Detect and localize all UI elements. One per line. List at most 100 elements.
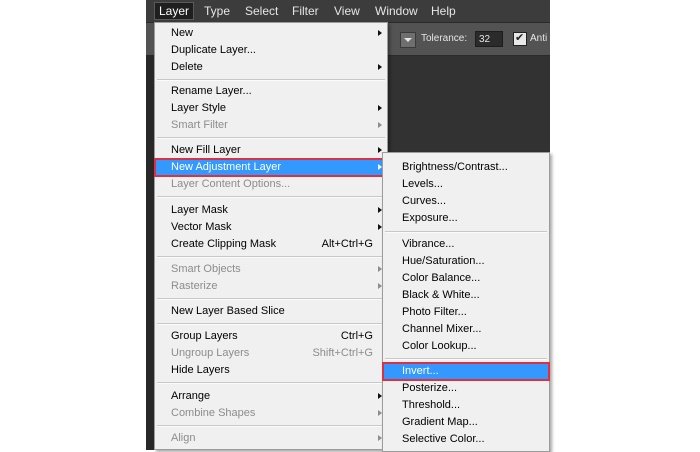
menu-item-exposure[interactable]: Exposure...: [383, 210, 549, 227]
tools-panel-edge: [146, 55, 154, 450]
menu-help[interactable]: Help: [427, 3, 460, 19]
menu-item-layer-style[interactable]: Layer Style: [155, 100, 387, 117]
antialias-label: Anti: [530, 33, 548, 44]
tolerance-input[interactable]: 32: [475, 31, 503, 47]
menu-item-new-adjustment-layer[interactable]: New Adjustment Layer: [154, 158, 388, 177]
menu-separator: [157, 425, 385, 427]
menu-layer[interactable]: Layer: [154, 2, 195, 20]
menu-item-smart-objects: Smart Objects: [155, 261, 387, 278]
menu-item-label: Layer Mask: [171, 204, 228, 216]
menu-item-selective-color[interactable]: Selective Color...: [383, 431, 549, 448]
menu-item-threshold[interactable]: Threshold...: [383, 397, 549, 414]
menu-item-layer-content-options: Layer Content Options...: [155, 176, 387, 193]
menu-item-label: Layer Content Options...: [171, 178, 291, 190]
menu-item-vector-mask[interactable]: Vector Mask: [155, 219, 387, 236]
menu-item-gradient-map[interactable]: Gradient Map...: [383, 414, 549, 431]
layer-menu: New Duplicate Layer... Delete Rename Lay…: [154, 22, 388, 450]
menu-item-label: New Adjustment Layer: [171, 161, 282, 173]
menu-item-hue-saturation[interactable]: Hue/Saturation...: [383, 253, 549, 270]
menu-item-label: Hide Layers: [171, 364, 230, 376]
menu-item-label: Arrange: [171, 390, 211, 402]
menu-item-label: Ungroup Layers: [171, 347, 250, 359]
shortcut-label: Shift+Ctrl+G: [312, 347, 373, 359]
menu-item-layer-mask[interactable]: Layer Mask: [155, 202, 387, 219]
menu-view[interactable]: View: [330, 3, 364, 19]
menu-item-arrange[interactable]: Arrange: [155, 388, 387, 405]
menu-item-combine-shapes: Combine Shapes: [155, 405, 387, 422]
menu-item-label: Posterize...: [402, 382, 458, 394]
menu-item-photo-filter[interactable]: Photo Filter...: [383, 304, 549, 321]
menu-item-label: Color Balance...: [402, 272, 481, 284]
menu-separator: [157, 137, 385, 139]
menu-separator: [385, 358, 547, 360]
menu-item-channel-mixer[interactable]: Channel Mixer...: [383, 321, 549, 338]
menu-item-label: New Layer Based Slice: [171, 305, 285, 317]
menu-item-label: Rename Layer...: [171, 85, 252, 97]
menu-type[interactable]: Type: [200, 3, 234, 19]
menu-item-label: Layer Style: [171, 102, 227, 114]
menu-item-label: Duplicate Layer...: [171, 44, 256, 56]
menu-separator: [157, 196, 385, 198]
menu-item-label: Black & White...: [402, 289, 480, 301]
antialias-checkbox[interactable]: ✔: [513, 32, 527, 46]
submenu-arrow-icon: [378, 122, 382, 128]
menu-item-posterize[interactable]: Posterize...: [383, 380, 549, 397]
menu-item-label: Vector Mask: [171, 221, 232, 233]
sample-dropdown[interactable]: [400, 32, 416, 48]
menu-item-new-layer-based-slice[interactable]: New Layer Based Slice: [155, 303, 387, 320]
adjustment-layer-submenu: Brightness/Contrast... Levels... Curves.…: [382, 152, 550, 452]
menu-bar: Layer Type Select Filter View Window Hel…: [146, 0, 550, 23]
menu-item-label: Gradient Map...: [402, 416, 478, 428]
menu-item-color-lookup[interactable]: Color Lookup...: [383, 338, 549, 355]
menu-item-rename-layer[interactable]: Rename Layer...: [155, 83, 387, 100]
chevron-down-icon: [404, 38, 412, 42]
menu-item-label: Combine Shapes: [171, 407, 256, 419]
menu-item-label: New: [171, 27, 194, 39]
menu-item-label: Selective Color...: [402, 433, 485, 445]
menu-item-group-layers[interactable]: Group Layers Ctrl+G: [155, 328, 387, 345]
menu-item-rasterize: Rasterize: [155, 278, 387, 295]
menu-item-label: Smart Objects: [171, 263, 241, 275]
menu-item-label: New Fill Layer: [171, 144, 241, 156]
submenu-arrow-icon: [378, 30, 382, 36]
menu-item-align: Align: [155, 430, 387, 447]
menu-item-curves[interactable]: Curves...: [383, 193, 549, 210]
menu-item-label: Create Clipping Mask: [171, 238, 277, 250]
menu-separator: [157, 382, 385, 384]
checkmark-icon: ✔: [515, 32, 525, 44]
menu-item-brightness-contrast[interactable]: Brightness/Contrast...: [383, 159, 549, 176]
menu-item-label: Levels...: [402, 178, 443, 190]
menu-item-label: Exposure...: [402, 212, 458, 224]
shortcut-label: Ctrl+G: [340, 330, 373, 342]
menu-item-smart-filter: Smart Filter: [155, 117, 387, 134]
menu-item-label: Curves...: [402, 195, 447, 207]
menu-select[interactable]: Select: [241, 3, 282, 19]
menu-item-duplicate-layer[interactable]: Duplicate Layer...: [155, 42, 387, 59]
menu-item-new-fill-layer[interactable]: New Fill Layer: [155, 142, 387, 159]
menu-item-label: Channel Mixer...: [402, 323, 482, 335]
menu-item-new[interactable]: New: [155, 25, 387, 42]
menu-item-color-balance[interactable]: Color Balance...: [383, 270, 549, 287]
menu-item-levels[interactable]: Levels...: [383, 176, 549, 193]
menu-item-label: Threshold...: [402, 399, 461, 411]
menu-separator: [157, 256, 385, 258]
menu-item-label: Vibrance...: [402, 238, 455, 250]
menu-item-ungroup-layers: Ungroup Layers Shift+Ctrl+G: [155, 345, 387, 362]
menu-separator: [157, 323, 385, 325]
tolerance-label: Tolerance:: [421, 33, 468, 44]
shortcut-label: Alt+Ctrl+G: [321, 238, 373, 250]
menu-item-label: Invert...: [402, 365, 439, 377]
menu-item-hide-layers[interactable]: Hide Layers: [155, 362, 387, 379]
menu-item-vibrance[interactable]: Vibrance...: [383, 236, 549, 253]
menu-item-create-clipping-mask[interactable]: Create Clipping Mask Alt+Ctrl+G: [155, 236, 387, 253]
menu-item-label: Brightness/Contrast...: [402, 161, 508, 173]
menu-item-invert[interactable]: Invert...: [382, 362, 550, 381]
menu-item-label: Align: [171, 432, 196, 444]
menu-window[interactable]: Window: [371, 3, 422, 19]
menu-separator: [385, 231, 547, 233]
menu-separator: [157, 298, 385, 300]
menu-item-label: Rasterize: [171, 280, 218, 292]
menu-item-black-white[interactable]: Black & White...: [383, 287, 549, 304]
menu-item-delete[interactable]: Delete: [155, 59, 387, 76]
menu-filter[interactable]: Filter: [288, 3, 323, 19]
